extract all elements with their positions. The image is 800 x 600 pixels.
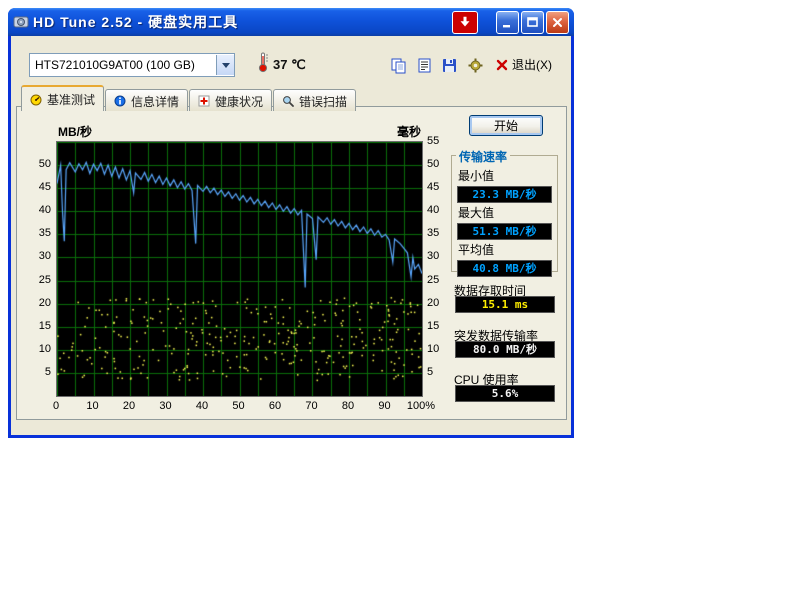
x-tick: 70: [295, 400, 329, 412]
x-tick: 20: [112, 400, 146, 412]
y-tick-right: 55: [427, 135, 453, 147]
title-bar[interactable]: HD Tune 2.52 - 硬盘实用工具: [8, 8, 574, 36]
x-tick: 100%: [404, 400, 438, 412]
copy-screenshot-button[interactable]: [386, 53, 411, 78]
download-arrow-button[interactable]: [452, 11, 478, 34]
access-time-value: 15.1 ms: [455, 296, 555, 313]
y-tick-right: 5: [427, 366, 453, 378]
x-tick: 60: [258, 400, 292, 412]
y-tick-right: 25: [427, 274, 453, 286]
x-tick: 80: [331, 400, 365, 412]
y-tick-left: 20: [21, 297, 51, 309]
y-tick-left: 30: [21, 250, 51, 262]
y-tick-left: 50: [21, 158, 51, 170]
y-tick-right: 35: [427, 227, 453, 239]
close-icon: [552, 17, 563, 28]
tab-benchmark[interactable]: 基准测试: [21, 85, 104, 111]
tab-label: 信息详情: [131, 93, 179, 110]
y-tick-right: 45: [427, 181, 453, 193]
burst-rate-value: 80.0 MB/秒: [455, 341, 555, 358]
transfer-rate-group: 最小值 23.3 MB/秒 最大值 51.3 MB/秒 平均值 40.8 MB/…: [451, 155, 558, 272]
y-tick-left: 40: [21, 204, 51, 216]
x-tick: 10: [76, 400, 110, 412]
drive-select[interactable]: HTS721010G9AT00 (100 GB): [29, 53, 235, 77]
arrow-down-icon: [459, 16, 471, 28]
tab-health[interactable]: 健康状况: [189, 89, 272, 111]
y-tick-right: 50: [427, 158, 453, 170]
y-tick-left: 5: [21, 366, 51, 378]
tab-strip: 基准测试 信息详情: [21, 85, 356, 111]
y-tick-right: 20: [427, 297, 453, 309]
exit-label: 退出(X): [512, 56, 552, 73]
exit-button[interactable]: 退出(X): [492, 53, 556, 76]
min-value: 23.3 MB/秒: [457, 186, 552, 203]
y-tick-left: 35: [21, 227, 51, 239]
cpu-usage-value: 5.6%: [455, 385, 555, 402]
avg-label: 平均值: [458, 241, 552, 258]
y-tick-right: 15: [427, 320, 453, 332]
info-icon: [114, 95, 126, 107]
copy-icon: [390, 57, 407, 74]
thermometer-icon: [256, 51, 270, 78]
magnifier-icon: [282, 95, 294, 107]
tab-label: 错误扫描: [299, 93, 347, 110]
y-tick-left: 10: [21, 343, 51, 355]
app-icon: [13, 14, 29, 30]
health-cross-icon: [198, 95, 210, 107]
exit-x-icon: [496, 59, 508, 71]
save-icon: [441, 57, 458, 74]
y-tick-right: 40: [427, 204, 453, 216]
tab-label: 基准测试: [47, 91, 95, 108]
options-button[interactable]: [463, 53, 488, 78]
benchmark-chart: [56, 141, 423, 397]
hd-tune-window: HD Tune 2.52 - 硬盘实用工具: [8, 8, 574, 438]
save-screenshot-button[interactable]: [437, 53, 462, 78]
x-tick: 30: [149, 400, 183, 412]
maximize-button[interactable]: [521, 11, 544, 34]
x-tick: 40: [185, 400, 219, 412]
y-tick-left: 45: [21, 181, 51, 193]
y-tick-right: 30: [427, 250, 453, 262]
desktop: { "window": { "title": "HD Tune 2.52 - 硬…: [0, 0, 800, 600]
copy-text-button[interactable]: [412, 53, 437, 78]
avg-value: 40.8 MB/秒: [457, 260, 552, 277]
temperature-label: 37 ℃: [273, 57, 306, 73]
minimize-button[interactable]: [496, 11, 519, 34]
drive-select-value: HTS721010G9AT00 (100 GB): [30, 58, 216, 72]
y-tick-left: 25: [21, 274, 51, 286]
minimize-icon: [502, 17, 513, 28]
tab-label: 健康状况: [215, 93, 263, 110]
window-controls: [452, 11, 569, 34]
benchmark-gauge-icon: [30, 94, 42, 106]
left-axis-title: MB/秒: [58, 123, 92, 140]
max-label: 最大值: [458, 204, 552, 221]
close-button[interactable]: [546, 11, 569, 34]
copy-text-icon: [416, 57, 433, 74]
y-tick-right: 10: [427, 343, 453, 355]
right-axis-title: 毫秒: [377, 123, 421, 140]
x-tick: 50: [222, 400, 256, 412]
start-button[interactable]: 开始: [469, 115, 543, 136]
chevron-down-icon[interactable]: [216, 55, 234, 75]
benchmark-panel: MB/秒 毫秒 开始 传输速率 最小值 23.3 MB/秒 最大值 51.3 M…: [16, 106, 567, 420]
gear-icon: [467, 57, 484, 74]
maximize-icon: [527, 17, 538, 28]
min-label: 最小值: [458, 167, 552, 184]
x-tick: 0: [39, 400, 73, 412]
tab-info[interactable]: 信息详情: [105, 89, 188, 111]
tab-error-scan[interactable]: 错误扫描: [273, 89, 356, 111]
x-tick: 90: [368, 400, 402, 412]
transfer-rate-title: 传输速率: [456, 148, 510, 165]
window-title: HD Tune 2.52 - 硬盘实用工具: [33, 12, 238, 32]
max-value: 51.3 MB/秒: [457, 223, 552, 240]
y-tick-left: 15: [21, 320, 51, 332]
client-area: HTS721010G9AT00 (100 GB) 37 ℃: [11, 36, 571, 435]
